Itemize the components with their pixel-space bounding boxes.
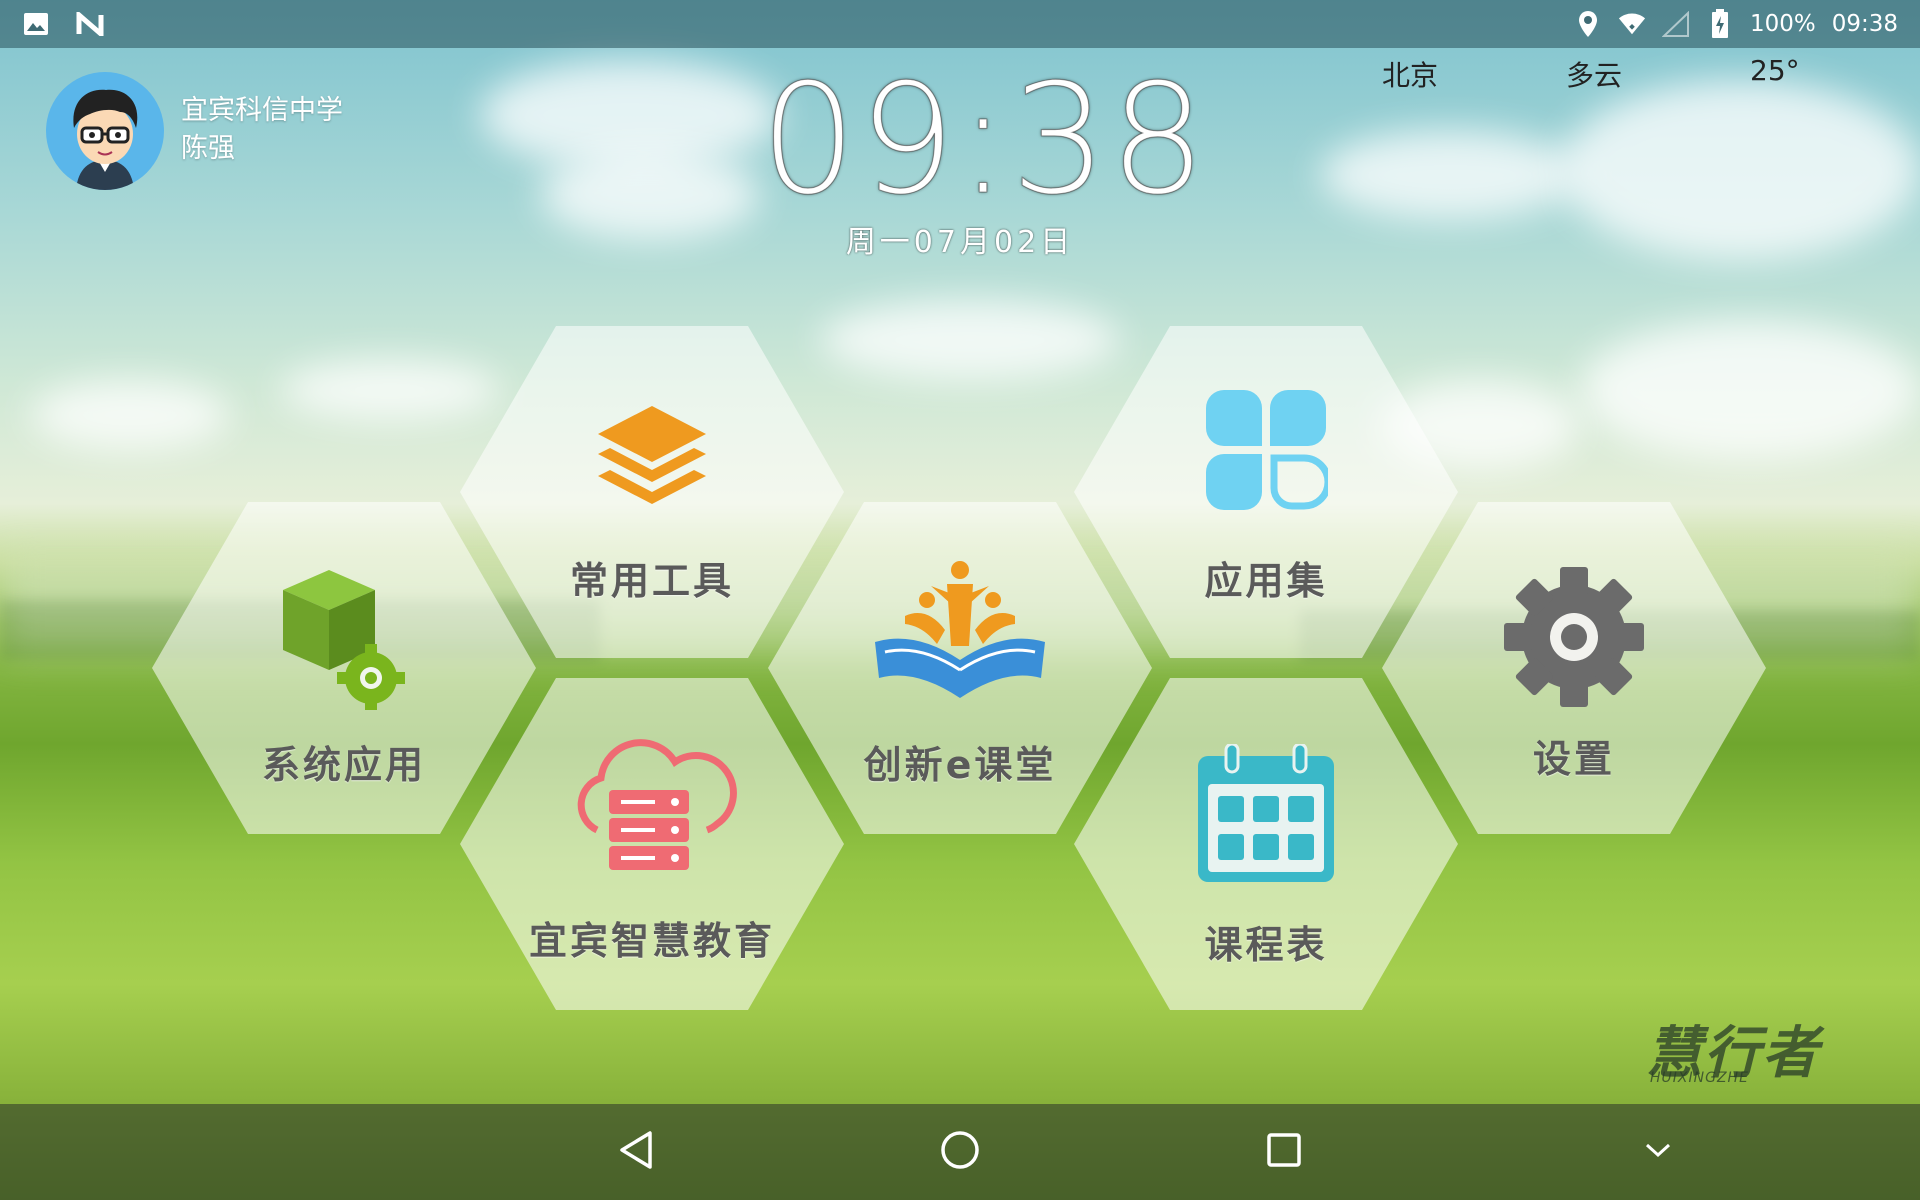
navigation-bar (0, 1104, 1920, 1200)
signal-icon (1661, 10, 1690, 38)
clock-date: 周一07月02日 (845, 225, 1075, 260)
app-timetable[interactable]: 课程表 (1074, 678, 1458, 1010)
status-time: 09:38 (1831, 11, 1898, 37)
app-innovation-classroom[interactable]: 创新e课堂 (768, 502, 1152, 834)
brand-subtitle: HUIXINGZHE (1650, 1070, 1749, 1086)
n-icon (76, 10, 104, 38)
weather-condition: 多云 (1566, 59, 1623, 92)
clover-icon (1204, 388, 1332, 516)
app-smart-education[interactable]: 宜宾智慧教育 (460, 678, 844, 1010)
recents-icon (1266, 1132, 1302, 1172)
school-name: 宜宾科信中学 (181, 95, 343, 126)
brand-logo: 慧行者 HUIXINGZHE (1646, 1008, 1856, 1088)
recents-button[interactable] (1256, 1124, 1312, 1180)
app-label: 宜宾智慧教育 (528, 919, 775, 963)
back-icon (618, 1130, 654, 1174)
app-settings[interactable]: 设置 (1382, 502, 1766, 834)
app-label: 系统应用 (261, 743, 426, 787)
cube-gear-icon (279, 570, 409, 714)
calendar-icon (1196, 742, 1336, 888)
gear-icon (1503, 566, 1645, 712)
battery-level: 100% (1749, 11, 1816, 37)
chevron-down-icon (1643, 1140, 1673, 1164)
weather-city[interactable]: 北京 (1382, 54, 1438, 94)
app-system[interactable]: 系统应用 (152, 502, 536, 834)
app-label: 创新e课堂 (863, 743, 1057, 787)
app-label: 设置 (1532, 737, 1615, 781)
status-bar: 100% 09:38 (0, 0, 1920, 48)
cloud-server-icon (567, 734, 737, 878)
layers-icon (596, 404, 708, 526)
wifi-icon (1618, 10, 1646, 38)
app-label: 课程表 (1204, 923, 1328, 967)
back-button[interactable] (608, 1124, 664, 1180)
home-icon (940, 1130, 980, 1174)
clock-time[interactable]: 09:38 (760, 63, 1207, 216)
book-people-icon (865, 560, 1055, 704)
location-icon (1574, 10, 1602, 38)
image-icon (22, 10, 50, 38)
battery-icon (1706, 9, 1734, 38)
hide-nav-button[interactable] (1630, 1124, 1686, 1180)
weather-temperature: 25° (1750, 54, 1800, 87)
user-name: 陈强 (181, 133, 235, 164)
avatar[interactable] (46, 72, 164, 190)
home-button[interactable] (932, 1124, 988, 1180)
